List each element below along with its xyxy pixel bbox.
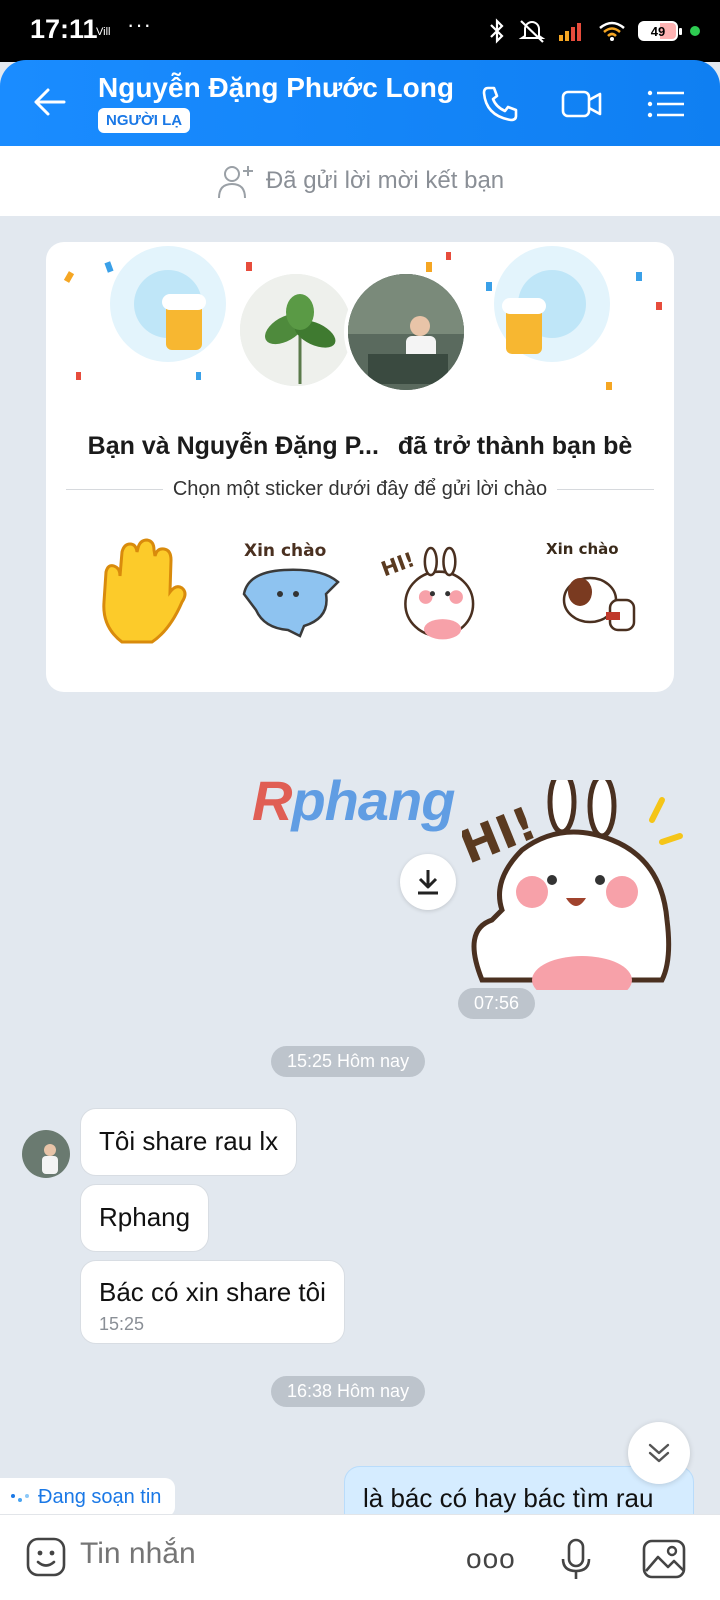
contact-avatar-small[interactable] <box>22 1130 70 1178</box>
sticker-time: 07:56 <box>458 988 536 1019</box>
typing-indicator: Đang soạn tin <box>0 1478 176 1517</box>
list-menu-icon[interactable] <box>644 82 688 126</box>
status-dots: ··· <box>127 12 152 37</box>
network-label: Vill <box>96 26 111 38</box>
sticker-caption: Xin chào <box>546 540 619 558</box>
microphone-icon[interactable] <box>552 1535 600 1583</box>
mute-bell-icon <box>518 20 546 43</box>
message-text: là bác có hay bác tìm rau <box>363 1483 654 1513</box>
more-options-button[interactable]: ooo <box>466 1543 516 1574</box>
card-subtitle: Chọn một sticker dưới đây để gửi lời chà… <box>66 478 654 501</box>
download-icon <box>418 870 438 895</box>
scroll-to-bottom-button[interactable] <box>628 1422 690 1484</box>
message-input-bar: ooo <box>0 1514 720 1600</box>
add-user-icon <box>217 166 253 199</box>
message-bubble[interactable]: Tôi share rau lx <box>80 1108 298 1176</box>
status-time: 17:11 <box>30 14 98 44</box>
image-gallery-icon[interactable] <box>640 1535 688 1583</box>
sticker-emoji-icon[interactable] <box>24 1535 68 1579</box>
hi-bunny-sticker[interactable]: HI! <box>380 532 490 652</box>
friend-request-bar[interactable]: Đã gửi lời mời kết bạn <box>0 146 720 216</box>
contact-name[interactable]: Nguyễn Đặng Phước Long <box>98 72 454 104</box>
bluetooth-icon <box>490 18 504 44</box>
message-text: Rphang <box>99 1202 191 1232</box>
message-time: 15:25 <box>99 1314 145 1334</box>
wifi-icon <box>599 21 625 41</box>
status-bar: 17:11 Vill ··· 49 <box>0 0 720 62</box>
message-text: Tôi share rau lx <box>99 1126 279 1156</box>
message-input[interactable] <box>80 1537 380 1571</box>
my-avatar <box>236 270 356 390</box>
card-subtitle-text: Chọn một sticker dưới đây để gửi lời chà… <box>172 478 548 500</box>
sent-hi-bunny-sticker[interactable]: HI! <box>462 780 692 990</box>
download-button[interactable] <box>400 854 456 910</box>
card-title-rest: đã trở thành bạn bè <box>397 432 633 460</box>
chevron-double-down-icon <box>648 1443 670 1463</box>
indicator-dot <box>690 26 700 36</box>
xin-chao-dog-sticker[interactable]: Xin chào <box>540 532 650 652</box>
message-bubble[interactable]: Bác có xin share tôi 15:25 <box>80 1260 345 1344</box>
video-camera-icon[interactable] <box>560 82 604 126</box>
date-separator: 15:25 Hôm nay <box>271 1046 426 1077</box>
xin-chao-blue-cat-sticker[interactable]: Xin chào <box>234 532 344 652</box>
signal-icon <box>559 23 581 41</box>
friend-card: Bạn và Nguyễn Đặng P... đã trở thành bạn… <box>46 242 674 692</box>
watermark-logo: Rphang <box>252 769 455 832</box>
battery-level: 49 <box>650 23 666 39</box>
card-title-name: Bạn và Nguyễn Đặng P... <box>87 432 379 460</box>
chat-header: Nguyễn Đặng Phước Long NGƯỜI LẠ <box>0 60 720 146</box>
message-text: Bác có xin share tôi <box>99 1277 326 1307</box>
card-title: Bạn và Nguyễn Đặng P... đã trở thành bạn… <box>46 432 674 461</box>
sticker-caption: HI! <box>380 547 418 581</box>
date-separator: 16:38 Hôm nay <box>271 1376 426 1407</box>
friend-request-label: Đã gửi lời mời kết bạn <box>265 167 505 194</box>
contact-avatar <box>344 270 468 394</box>
stranger-badge: NGƯỜI LẠ <box>98 108 191 133</box>
arrow-left-icon[interactable] <box>30 82 70 122</box>
message-bubble[interactable]: Rphang <box>80 1184 210 1252</box>
more-dots-icon: ooo <box>466 1543 516 1574</box>
phone-icon[interactable] <box>478 82 522 126</box>
waving-hand-sticker[interactable] <box>92 532 202 652</box>
typing-label: Đang soạn tin <box>38 1486 162 1508</box>
battery-icon: 49 <box>638 21 682 41</box>
typing-dots-icon <box>11 1493 29 1502</box>
sticker-caption: Xin chào <box>244 541 326 561</box>
